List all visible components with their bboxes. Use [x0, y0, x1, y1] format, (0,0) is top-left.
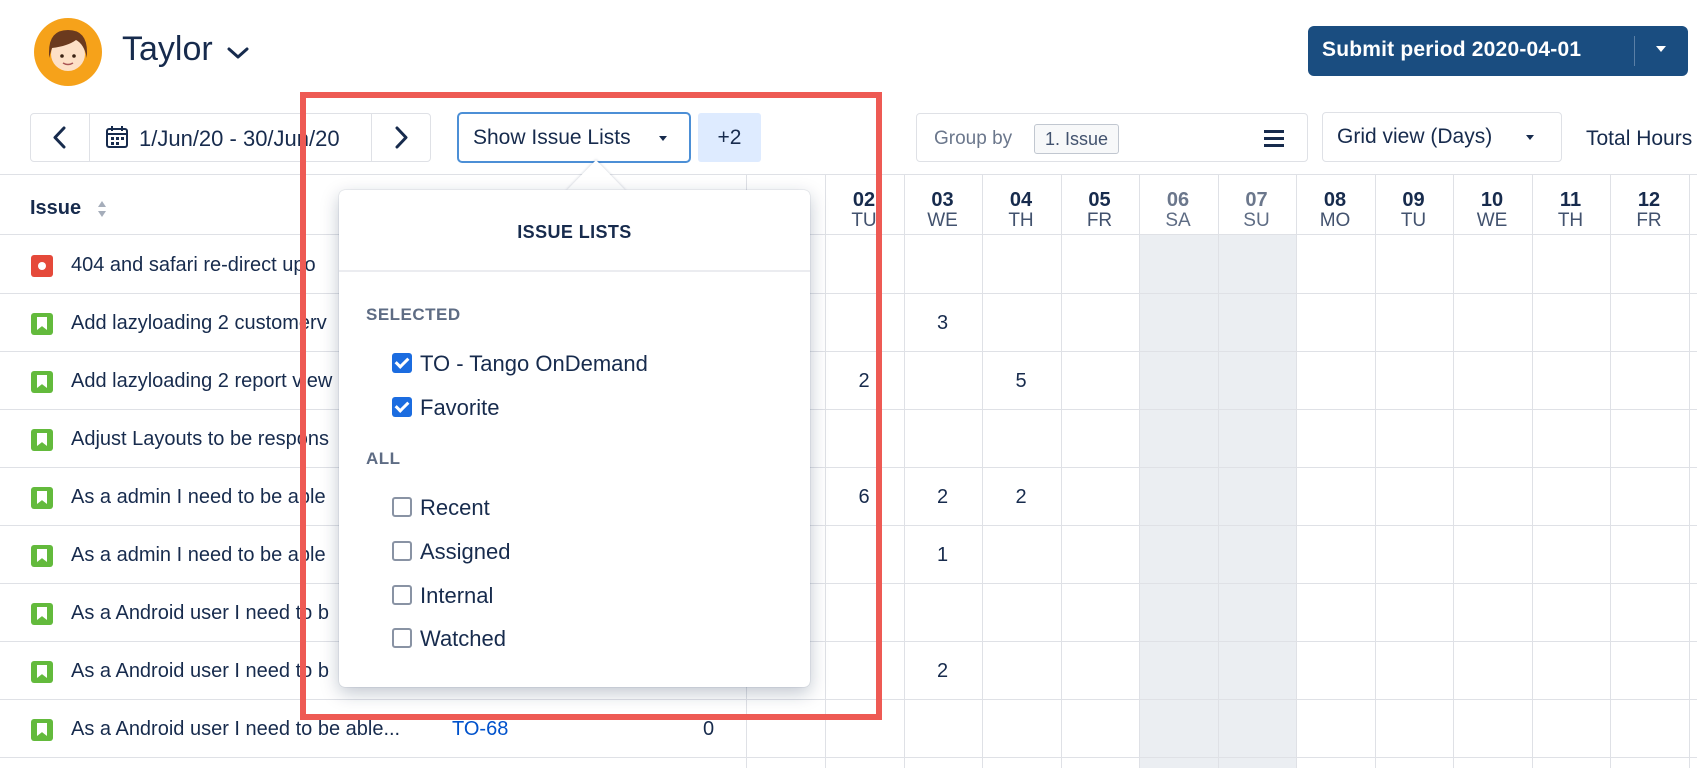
grid-column-line [982, 175, 983, 768]
day-number[interactable]: 04 [982, 189, 1060, 212]
day-weekday: MO [1319, 210, 1351, 231]
grid-column-line [1610, 175, 1611, 768]
story-icon [31, 719, 53, 741]
issue-title[interactable]: As a admin I need to be able [71, 486, 326, 509]
day-number[interactable]: 07 [1218, 189, 1296, 212]
user-avatar[interactable] [34, 18, 102, 86]
hours-cell[interactable]: 2 [904, 660, 982, 683]
submit-period-button[interactable]: Submit period 2020-04-01 [1308, 26, 1688, 76]
issue-title[interactable]: Adjust Layouts to be respons [71, 428, 329, 451]
highlight-box [300, 92, 882, 720]
avatar-face-icon [49, 30, 87, 71]
submit-divider [1634, 36, 1635, 66]
issue-title[interactable]: 404 and safari re-direct upo [71, 254, 316, 277]
issue-key-link[interactable]: TO-68 [452, 718, 508, 741]
submit-dropdown-caret-icon[interactable] [1656, 46, 1666, 52]
day-number[interactable]: 03 [904, 189, 982, 212]
grid-column-line [1296, 175, 1297, 768]
caret-down-icon [1526, 135, 1534, 140]
day-weekday: WE [1476, 210, 1508, 231]
day-number[interactable]: 09 [1375, 189, 1453, 212]
issue-title[interactable]: As a Android user I need to b [71, 602, 329, 625]
bug-icon [31, 255, 53, 277]
issue-title[interactable]: Add lazyloading 2 customerv [71, 312, 327, 335]
group-by-control[interactable]: Group by 1. Issue [916, 113, 1308, 162]
day-number[interactable]: 08 [1296, 189, 1374, 212]
group-by-label: Group by [934, 128, 1013, 149]
group-by-chip[interactable]: 1. Issue [1034, 124, 1120, 154]
grid-column-line [1217, 175, 1219, 768]
total-hours-label: Total Hours [1586, 127, 1693, 150]
day-weekday: SA [1165, 210, 1191, 231]
weekend-column [1139, 235, 1218, 768]
day-number[interactable]: 12 [1610, 189, 1688, 212]
grid-column-line [1374, 175, 1376, 768]
day-weekday: TU [1400, 210, 1427, 231]
day-number[interactable]: 06 [1139, 189, 1217, 212]
day-weekday: SU [1243, 210, 1270, 231]
story-icon [31, 313, 53, 335]
story-icon [31, 603, 53, 625]
sort-icon[interactable] [97, 200, 107, 218]
grid-column-line [1688, 175, 1690, 768]
day-weekday: TH [1557, 210, 1584, 231]
calendar-icon [106, 126, 128, 148]
view-mode-select[interactable]: Grid view (Days) [1322, 112, 1562, 162]
story-icon [31, 371, 53, 393]
day-number[interactable]: 10 [1453, 189, 1531, 212]
day-weekday: FR [1086, 210, 1113, 231]
story-icon [31, 661, 53, 683]
weekend-column [1217, 235, 1296, 768]
user-name[interactable]: Taylor [122, 30, 213, 69]
chevron-left-icon [53, 126, 66, 149]
issue-title[interactable]: As a Android user I need to b [71, 660, 329, 683]
hours-cell[interactable]: 5 [982, 370, 1060, 393]
hamburger-icon[interactable] [1264, 130, 1284, 151]
hours-cell[interactable]: 2 [982, 486, 1060, 509]
issue-title[interactable]: As a Android user I need to be able... [71, 718, 400, 741]
day-weekday: TH [1008, 210, 1034, 231]
issue-total-hours: 0 [703, 718, 715, 740]
day-weekday: WE [927, 210, 958, 231]
grid-column-line [1060, 175, 1062, 768]
day-number[interactable]: 11 [1532, 189, 1610, 212]
row-separator [0, 757, 1697, 758]
story-icon [31, 545, 53, 567]
grid-column-line [1531, 175, 1533, 768]
grid-column-line [1139, 175, 1140, 768]
hours-cell[interactable]: 3 [904, 312, 982, 335]
story-icon [31, 487, 53, 509]
hours-cell[interactable]: 1 [904, 544, 982, 567]
day-number[interactable]: 05 [1061, 189, 1139, 212]
view-mode-label: Grid view (Days) [1337, 125, 1493, 148]
issue-column-header[interactable]: Issue [30, 197, 81, 220]
chevron-down-icon[interactable] [226, 44, 250, 62]
previous-period-button[interactable] [31, 114, 90, 161]
hours-cell[interactable]: 2 [904, 486, 982, 509]
issue-title[interactable]: As a admin I need to be able [71, 544, 326, 567]
story-icon [31, 429, 53, 451]
day-weekday: FR [1636, 210, 1662, 231]
submit-period-label: Submit period 2020-04-01 [1322, 38, 1582, 61]
grid-column-line [1453, 175, 1454, 768]
issue-title[interactable]: Add lazyloading 2 report view [71, 370, 332, 393]
